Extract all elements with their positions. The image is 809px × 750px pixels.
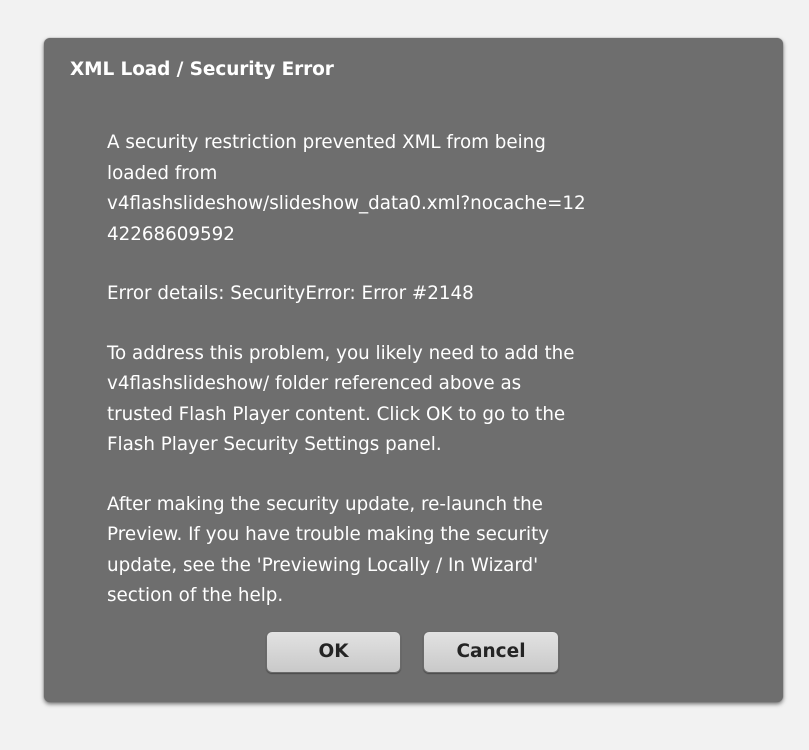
security-error-dialog: XML Load / Security Error A security res… <box>44 38 783 702</box>
message-paragraph-error-details: Error details: SecurityError: Error #214… <box>107 283 474 304</box>
dialog-title: XML Load / Security Error <box>70 59 334 80</box>
message-paragraph-instructions: To address this problem, you likely need… <box>107 342 575 456</box>
dialog-message: A security restriction prevented XML fro… <box>107 128 747 612</box>
message-paragraph-restriction: A security restriction prevented XML fro… <box>107 132 586 245</box>
message-paragraph-relaunch: After making the security update, re-lau… <box>107 493 550 607</box>
cancel-button[interactable]: Cancel <box>423 631 559 673</box>
ok-button[interactable]: OK <box>266 631 401 673</box>
dialog-button-row: OK Cancel <box>44 631 783 673</box>
